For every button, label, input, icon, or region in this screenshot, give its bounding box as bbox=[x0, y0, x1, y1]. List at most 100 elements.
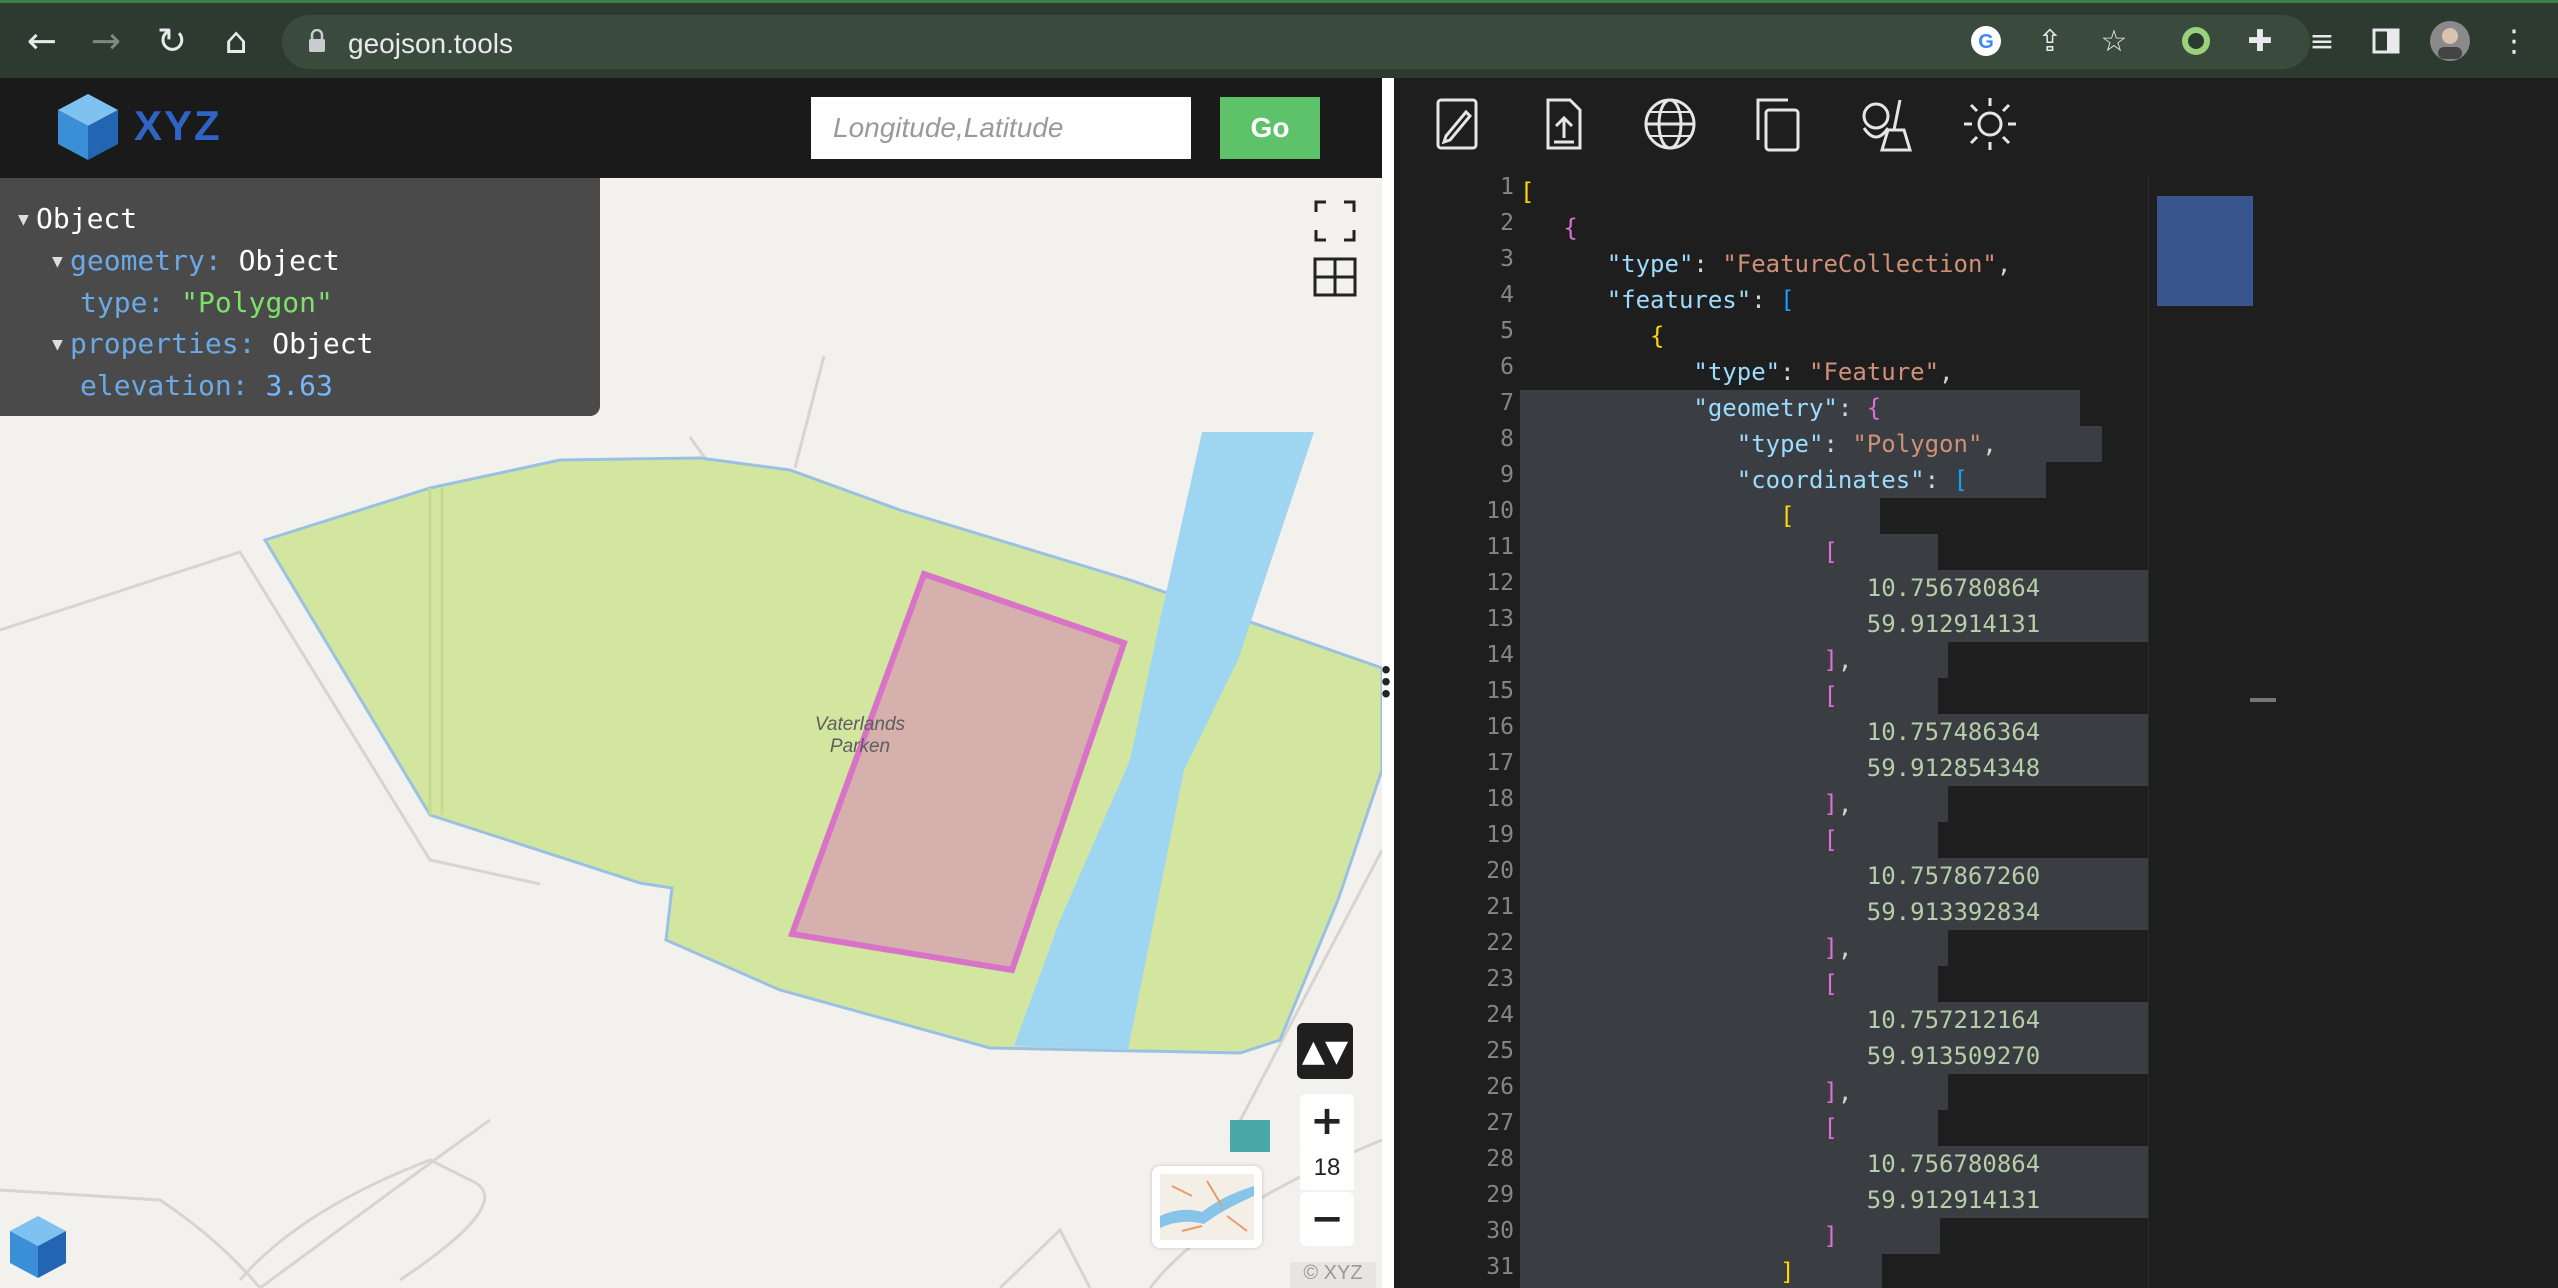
layer-swatch[interactable] bbox=[1230, 1120, 1270, 1152]
go-button[interactable]: Go bbox=[1220, 97, 1320, 159]
back-button[interactable]: ← bbox=[16, 15, 68, 67]
place-label: Vaterlands Parken bbox=[800, 714, 920, 758]
code-line: "coordinates": [ bbox=[1736, 466, 1968, 494]
code-editor[interactable]: [ { "type": "FeatureCollection", "featur… bbox=[1520, 174, 2148, 1288]
basemap-thumbnail[interactable] bbox=[1152, 1166, 1262, 1248]
geometry-key: geometry: bbox=[70, 244, 222, 277]
line-number: 6 bbox=[1500, 354, 1514, 380]
upload-file-icon[interactable] bbox=[1534, 94, 1594, 154]
line-number: 20 bbox=[1486, 858, 1514, 884]
xyz-corner-logo-icon bbox=[10, 1216, 66, 1278]
reload-button[interactable]: ↻ bbox=[146, 15, 198, 67]
line-number: 28 bbox=[1486, 1146, 1514, 1172]
type-key: type: bbox=[80, 286, 165, 319]
code-line: "type": "Polygon", bbox=[1736, 430, 1997, 458]
code-line: ], bbox=[1823, 1078, 1853, 1106]
share-icon[interactable]: ⇪ bbox=[2024, 15, 2076, 67]
line-number: 7 bbox=[1500, 390, 1514, 416]
line-number: 30 bbox=[1486, 1218, 1514, 1244]
inspector-properties-row[interactable]: ▼ properties: Object bbox=[18, 323, 600, 365]
inspector-root-row[interactable]: ▼ Object bbox=[18, 198, 600, 240]
map-header: XYZ Go bbox=[0, 78, 1382, 178]
extension-leaf-icon[interactable] bbox=[2170, 15, 2222, 67]
line-number: 2 bbox=[1500, 210, 1514, 236]
road-path bbox=[793, 355, 826, 469]
copy-icon[interactable] bbox=[1748, 94, 1808, 154]
code-line: 59.913392834 bbox=[1866, 898, 2041, 926]
line-number: 3 bbox=[1500, 246, 1514, 272]
feature-inspector: ▼ Object ▼ geometry: Object type: "Polygon… bbox=[0, 178, 600, 416]
inspector-geometry-row[interactable]: ▼ geometry: Object bbox=[18, 240, 600, 282]
line-number: 11 bbox=[1486, 534, 1514, 560]
zoom-in-button[interactable]: + bbox=[1300, 1094, 1354, 1148]
forward-button[interactable]: → bbox=[80, 15, 132, 67]
line-number: 13 bbox=[1486, 606, 1514, 632]
line-number: 16 bbox=[1486, 714, 1514, 740]
star-icon[interactable]: ☆ bbox=[2088, 15, 2140, 67]
home-button[interactable]: ⌂ bbox=[210, 15, 262, 67]
code-line: 10.757212164 bbox=[1866, 1006, 2041, 1034]
clear-broom-icon[interactable] bbox=[1854, 94, 1914, 154]
expand-triangle-icon[interactable]: ▼ bbox=[52, 324, 70, 365]
code-line: [ bbox=[1823, 1114, 1838, 1142]
properties-value: Object bbox=[272, 327, 374, 360]
road-path bbox=[259, 1118, 491, 1288]
road-path bbox=[688, 436, 707, 459]
code-line: "type": "Feature", bbox=[1693, 358, 1954, 386]
line-number: 8 bbox=[1500, 426, 1514, 452]
browser-toolbar: ← → ↻ ⌂ geojson.tools G ⇪ ☆ ✚ ≡ ⋮ bbox=[0, 0, 2558, 78]
geometry-value: Object bbox=[238, 244, 340, 277]
code-line: [ bbox=[1823, 970, 1838, 998]
code-line: 10.757867260 bbox=[1866, 862, 2041, 890]
line-number: 12 bbox=[1486, 570, 1514, 596]
logo-text: XYZ bbox=[134, 102, 222, 149]
coordinate-search-input[interactable] bbox=[811, 97, 1191, 159]
sidepanel-icon[interactable] bbox=[2360, 15, 2412, 67]
line-number: 14 bbox=[1486, 642, 1514, 668]
avatar[interactable] bbox=[2424, 15, 2476, 67]
line-number: 17 bbox=[1486, 750, 1514, 776]
inspector-elevation-row: elevation: 3.63 bbox=[18, 365, 600, 406]
zoom-out-button[interactable]: − bbox=[1300, 1192, 1354, 1246]
puzzle-icon[interactable]: ✚ bbox=[2234, 15, 2286, 67]
code-line: 10.756780864 bbox=[1866, 574, 2041, 602]
line-number: 24 bbox=[1486, 1002, 1514, 1028]
line-number: 21 bbox=[1486, 894, 1514, 920]
minimap-viewport[interactable] bbox=[2157, 196, 2253, 306]
code-line: { bbox=[1650, 322, 1665, 350]
line-number: 26 bbox=[1486, 1074, 1514, 1100]
code-line: ] bbox=[1780, 1258, 1795, 1286]
url-text: geojson.tools bbox=[348, 28, 514, 59]
theme-sun-icon[interactable] bbox=[1960, 94, 2020, 154]
expand-triangle-icon[interactable]: ▼ bbox=[18, 199, 36, 240]
xyz-logo-icon bbox=[58, 94, 118, 160]
code-line: 59.912914131 bbox=[1866, 1186, 2041, 1214]
media-icon[interactable]: ≡ bbox=[2296, 15, 2348, 67]
code-line: { bbox=[1563, 214, 1578, 242]
compass-button[interactable]: ▲▼ bbox=[1297, 1023, 1353, 1079]
line-number: 25 bbox=[1486, 1038, 1514, 1064]
line-number: 22 bbox=[1486, 930, 1514, 956]
layers-grid-icon[interactable] bbox=[1312, 254, 1358, 300]
code-minimap[interactable] bbox=[2148, 174, 2258, 1288]
resize-handle-icon[interactable]: • • • bbox=[1380, 656, 1392, 708]
scrollbar-marker[interactable] bbox=[2250, 698, 2276, 702]
fullscreen-icon[interactable] bbox=[1312, 198, 1358, 244]
google-icon[interactable]: G bbox=[1960, 15, 2012, 67]
expand-triangle-icon[interactable]: ▼ bbox=[52, 241, 70, 282]
edit-document-icon[interactable] bbox=[1428, 94, 1488, 154]
line-number: 4 bbox=[1500, 282, 1514, 308]
properties-key: properties: bbox=[70, 327, 256, 360]
code-line: ], bbox=[1823, 934, 1853, 962]
code-line: [ bbox=[1780, 502, 1795, 530]
zoom-level: 18 bbox=[1300, 1146, 1354, 1190]
line-number: 23 bbox=[1486, 966, 1514, 992]
lock-icon bbox=[309, 29, 325, 52]
type-value: "Polygon" bbox=[181, 286, 333, 319]
menu-icon[interactable]: ⋮ bbox=[2488, 15, 2540, 67]
copyright-label: © XYZ bbox=[1290, 1262, 1376, 1288]
inspector-root: Object bbox=[36, 202, 138, 235]
elevation-key: elevation: bbox=[80, 369, 249, 402]
line-number: 29 bbox=[1486, 1182, 1514, 1208]
globe-icon[interactable] bbox=[1640, 94, 1700, 154]
